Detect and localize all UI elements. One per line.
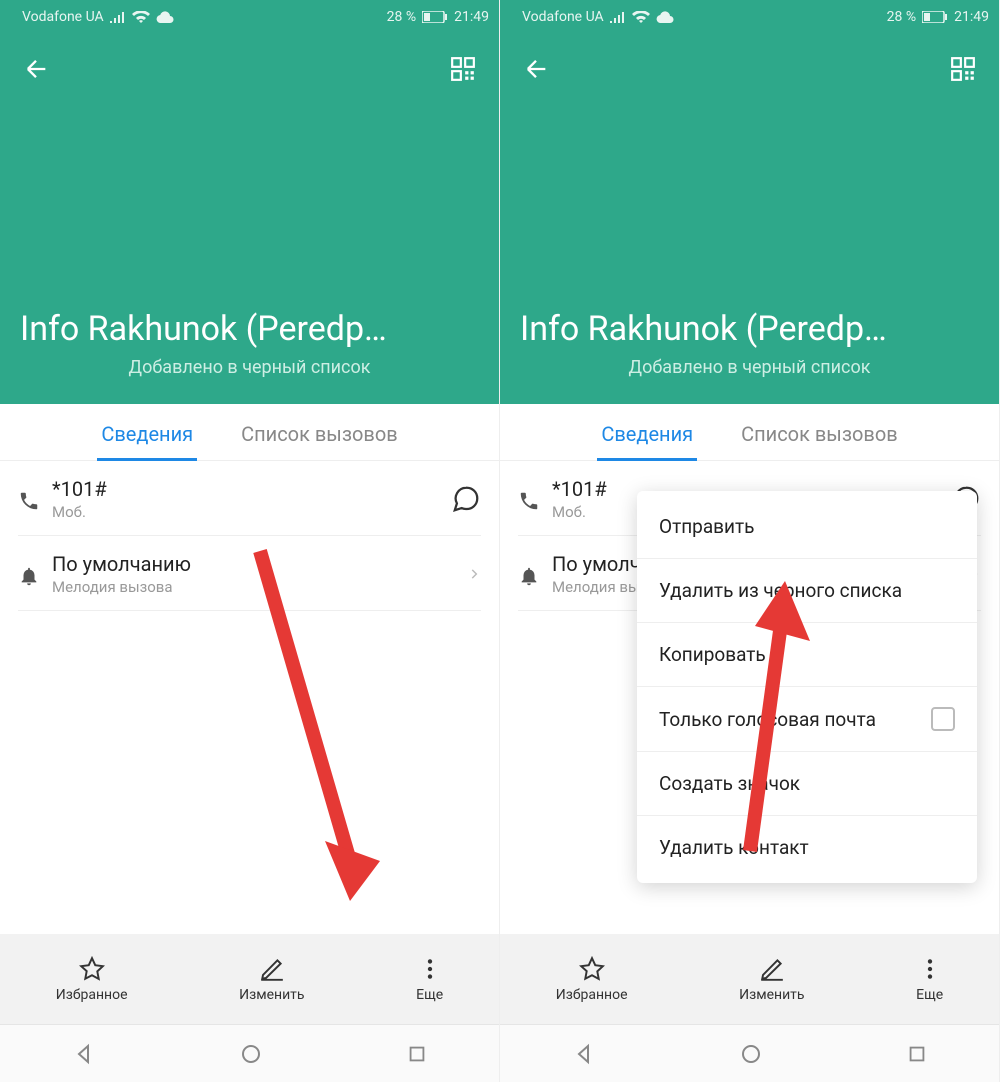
status-bar: Vodafone UA 28 % 21:49: [0, 0, 499, 34]
row-ringtone[interactable]: По умолчанию Мелодия вызова: [18, 536, 481, 611]
header: Info Rakhunok (Peredp… Добавлено в черны…: [500, 34, 999, 404]
contact-sub: Добавлено в черный список: [20, 357, 479, 378]
favorite-label: Избранное: [56, 987, 128, 1003]
edit-button[interactable]: Изменить: [239, 955, 304, 1003]
pencil-icon: [259, 955, 285, 983]
qr-button[interactable]: [947, 53, 979, 85]
status-bar: Vodafone UA 28 % 21:49: [500, 0, 999, 34]
favorite-button[interactable]: Избранное: [56, 955, 128, 1003]
more-menu: Отправить Удалить из черного списка Копи…: [637, 491, 977, 883]
nav-home[interactable]: [739, 1042, 763, 1066]
nav-recent[interactable]: [906, 1043, 928, 1065]
menu-voicemail-only[interactable]: Только голосовая почта: [637, 687, 977, 752]
tabs: Сведения Список вызовов: [500, 404, 999, 461]
phone-type: Моб.: [52, 503, 451, 521]
contact-name: Info Rakhunok (Peredp…: [520, 309, 979, 349]
nav-bar: [0, 1024, 499, 1082]
carrier-label: Vodafone UA: [522, 9, 604, 25]
wifi-icon: [132, 11, 150, 24]
wifi-icon: [632, 11, 650, 24]
voicemail-checkbox[interactable]: [931, 707, 955, 731]
edit-label: Изменить: [239, 987, 304, 1003]
ringtone-title: По умолчанию: [52, 552, 467, 576]
bell-icon: [18, 561, 52, 587]
menu-remove-blacklist[interactable]: Удалить из черного списка: [637, 559, 977, 623]
ringtone-sub: Мелодия вызова: [52, 578, 467, 596]
bell-icon: [518, 561, 552, 587]
action-bar: Избранное Изменить Еще: [0, 934, 499, 1024]
content: *101# Моб. По умолчанию Мелодия вызова О…: [500, 461, 999, 934]
edit-label: Изменить: [739, 987, 804, 1003]
clock: 21:49: [954, 9, 989, 25]
tab-calls[interactable]: Список вызовов: [737, 404, 902, 460]
more-label: Еще: [916, 987, 943, 1003]
contact-name: Info Rakhunok (Peredp…: [20, 309, 479, 349]
pencil-icon: [759, 955, 785, 983]
nav-bar: [500, 1024, 999, 1082]
more-icon: [417, 955, 443, 983]
favorite-button[interactable]: Избранное: [556, 955, 628, 1003]
more-label: Еще: [416, 987, 443, 1003]
phone-icon: [518, 486, 552, 512]
action-bar: Избранное Изменить Еще: [500, 934, 999, 1024]
tabs: Сведения Список вызовов: [0, 404, 499, 461]
star-icon: [79, 955, 105, 983]
nav-back[interactable]: [572, 1042, 596, 1066]
nav-recent[interactable]: [406, 1043, 428, 1065]
cloud-icon: [156, 11, 174, 23]
favorite-label: Избранное: [556, 987, 628, 1003]
clock: 21:49: [454, 9, 489, 25]
cloud-icon: [656, 11, 674, 23]
message-button[interactable]: [451, 484, 481, 514]
phone-number: *101#: [52, 477, 451, 501]
battery-icon: [422, 11, 448, 23]
menu-delete-contact[interactable]: Удалить контакт: [637, 816, 977, 879]
row-phone[interactable]: *101# Моб.: [18, 461, 481, 536]
star-icon: [579, 955, 605, 983]
nav-home[interactable]: [239, 1042, 263, 1066]
carrier-label: Vodafone UA: [22, 9, 104, 25]
nav-back[interactable]: [72, 1042, 96, 1066]
edit-button[interactable]: Изменить: [739, 955, 804, 1003]
phone-icon: [18, 486, 52, 512]
qr-button[interactable]: [447, 53, 479, 85]
more-button[interactable]: Еще: [416, 955, 443, 1003]
signal-icon: [610, 11, 626, 23]
menu-create-icon[interactable]: Создать значок: [637, 752, 977, 816]
battery-icon: [922, 11, 948, 23]
back-button[interactable]: [20, 53, 52, 85]
menu-send[interactable]: Отправить: [637, 495, 977, 559]
phone-right: Vodafone UA 28 % 21:49: [500, 0, 1000, 1082]
header: Info Rakhunok (Peredp… Добавлено в черны…: [0, 34, 499, 404]
menu-copy[interactable]: Копировать: [637, 623, 977, 687]
back-button[interactable]: [520, 53, 552, 85]
signal-icon: [110, 11, 126, 23]
contact-sub: Добавлено в черный список: [520, 357, 979, 378]
battery-pct: 28 %: [387, 9, 416, 25]
chevron-right-icon: [467, 567, 481, 581]
more-icon: [917, 955, 943, 983]
tab-details[interactable]: Сведения: [97, 404, 197, 460]
tab-details[interactable]: Сведения: [597, 404, 697, 460]
content: *101# Моб. По умолчанию Мелодия вызова: [0, 461, 499, 934]
battery-pct: 28 %: [887, 9, 916, 25]
phone-left: Vodafone UA 28 % 21:49: [0, 0, 500, 1082]
more-button[interactable]: Еще: [916, 955, 943, 1003]
tab-calls[interactable]: Список вызовов: [237, 404, 402, 460]
